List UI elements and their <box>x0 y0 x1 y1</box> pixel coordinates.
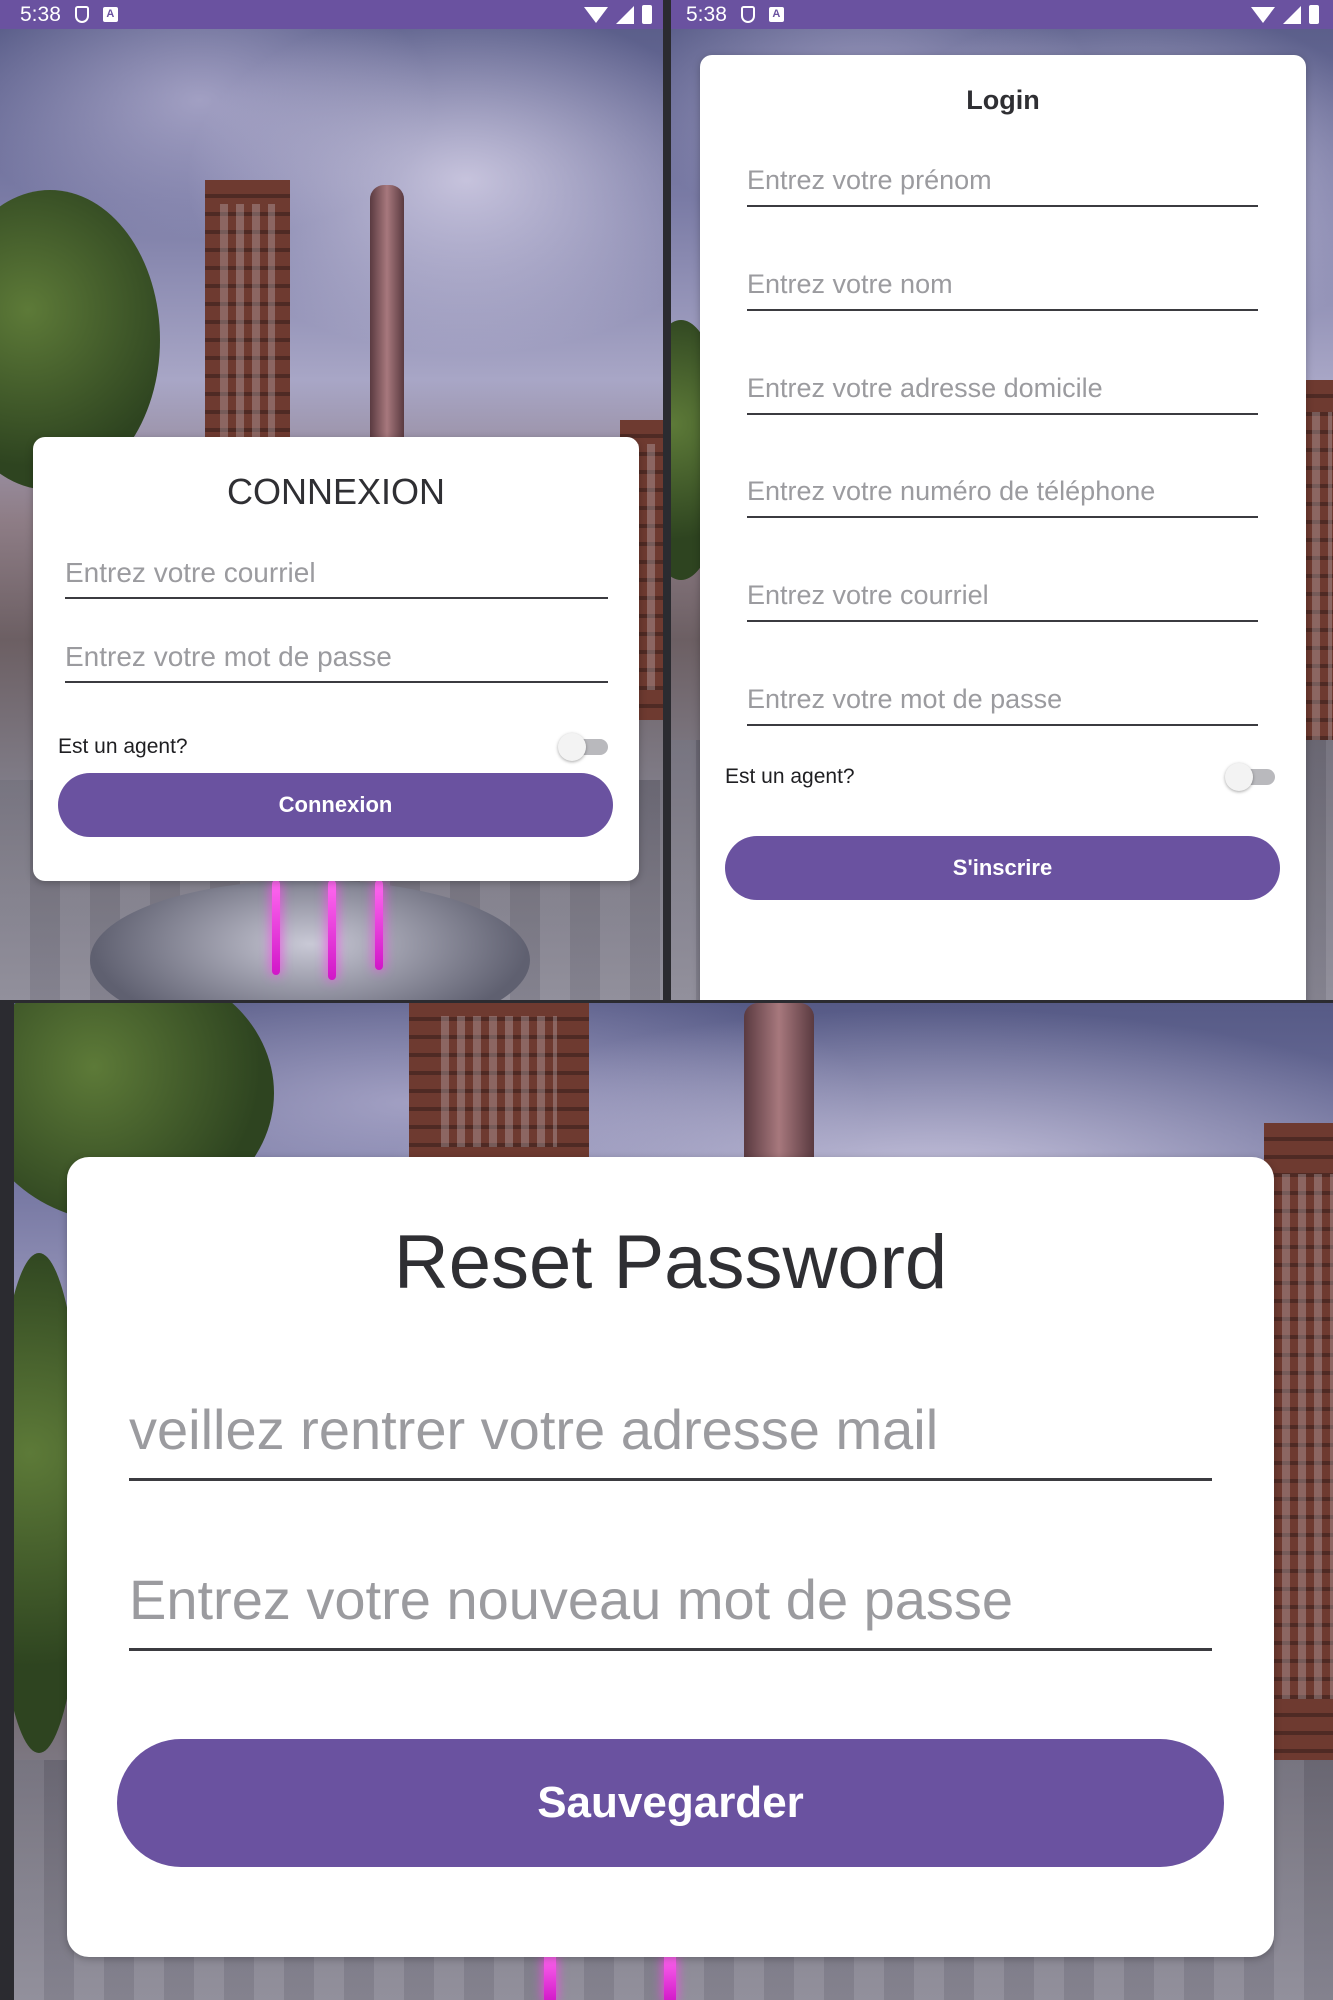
shield-icon <box>740 6 755 23</box>
password-field[interactable]: Entrez votre mot de passe <box>65 641 608 683</box>
reset-password-card: Reset Password veillez rentrer votre adr… <box>67 1157 1274 1957</box>
wifi-icon <box>584 6 608 23</box>
app-notification-icon: A <box>102 7 118 22</box>
email-field[interactable]: Entrez votre courriel <box>65 557 608 599</box>
battery-icon <box>1309 5 1319 24</box>
agent-label: Est un agent? <box>58 735 188 758</box>
status-time: 5:38 <box>686 2 727 26</box>
agent-switch[interactable] <box>558 731 618 763</box>
new-password-field[interactable]: Entrez votre nouveau mot de passe <box>129 1567 1212 1651</box>
connexion-button[interactable]: Connexion <box>58 773 613 837</box>
page-title: CONNEXION <box>226 471 446 512</box>
shield-icon <box>74 6 89 23</box>
email-field[interactable]: Entrez votre courriel <box>747 580 1258 622</box>
signal-icon <box>1283 5 1301 24</box>
panel-divider <box>663 0 671 1000</box>
status-bar: 5:38 A <box>0 0 666 29</box>
address-field[interactable]: Entrez votre adresse domicile <box>747 373 1258 415</box>
agent-switch[interactable] <box>1225 761 1285 793</box>
firstname-field[interactable]: Entrez votre prénom <box>747 165 1258 207</box>
wifi-icon <box>1251 6 1275 23</box>
agent-toggle-row: Est un agent? <box>58 727 618 767</box>
signal-icon <box>616 5 634 24</box>
status-bar: 5:38 A <box>666 0 1333 29</box>
agent-label: Est un agent? <box>725 765 855 788</box>
connexion-screen: 5:38 A CONNEXION Entrez votre courriel E… <box>0 0 666 1000</box>
app-notification-icon: A <box>768 7 784 22</box>
status-time: 5:38 <box>20 2 61 26</box>
page-title: Reset Password <box>393 1220 948 1305</box>
battery-icon <box>642 5 652 24</box>
phone-field[interactable]: Entrez votre numéro de téléphone <box>747 476 1258 518</box>
agent-toggle-row: Est un agent? <box>725 757 1285 797</box>
email-field[interactable]: veillez rentrer votre adresse mail <box>129 1397 1212 1481</box>
connexion-card: CONNEXION Entrez votre courriel Entrez v… <box>33 437 639 881</box>
save-button[interactable]: Sauvegarder <box>117 1739 1224 1867</box>
lastname-field[interactable]: Entrez votre nom <box>747 269 1258 311</box>
register-screen: 5:38 A Login Entrez votre prénom Entrez … <box>666 0 1333 1000</box>
page-title: Login <box>966 85 1040 115</box>
register-card: Login Entrez votre prénom Entrez votre n… <box>700 55 1306 1000</box>
password-field[interactable]: Entrez votre mot de passe <box>747 684 1258 726</box>
reset-password-screen: Reset Password veillez rentrer votre adr… <box>0 1003 1333 2000</box>
register-button[interactable]: S'inscrire <box>725 836 1280 900</box>
